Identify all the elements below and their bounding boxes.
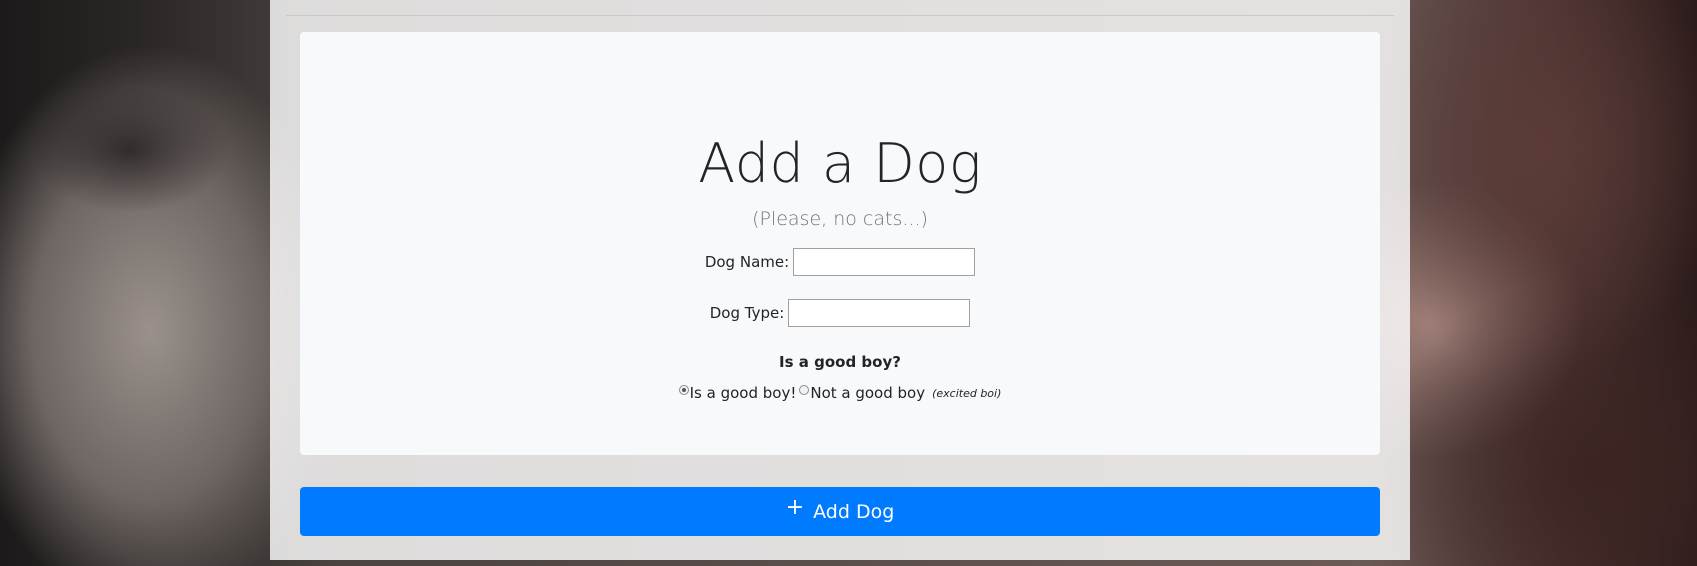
add-dog-button-label: Add Dog [813, 500, 895, 523]
plus-icon: + [785, 494, 805, 520]
not-good-boy-radio[interactable] [799, 385, 810, 395]
divider [286, 15, 1394, 16]
good-boy-question: Is a good boy? [779, 353, 901, 371]
good-boy-radio[interactable] [678, 385, 689, 395]
dog-name-input[interactable] [793, 248, 976, 276]
main-container: Add a Dog (Please, no cats...) Dog Name:… [270, 0, 1410, 560]
good-boy-radio-label[interactable]: Is a good boy! [690, 384, 797, 402]
page-title: Add a Dog [698, 132, 982, 195]
not-good-boy-radio-label[interactable]: Not a good boy [810, 384, 925, 402]
dog-type-input[interactable] [788, 299, 971, 327]
dog-name-label: Dog Name: [704, 253, 790, 271]
add-dog-button[interactable]: + Add Dog [300, 487, 1380, 536]
excited-boi-note: (excited boi) [932, 386, 1002, 400]
dog-name-row: Dog Name: [300, 248, 1380, 276]
dog-type-label: Dog Type: [709, 304, 785, 322]
good-boy-radio-group: Is a good boy! Not a good boy (excited b… [300, 384, 1380, 402]
dog-type-row: Dog Type: [300, 299, 1380, 327]
add-dog-card: Add a Dog (Please, no cats...) Dog Name:… [300, 32, 1380, 455]
page-subtitle: (Please, no cats...) [752, 208, 928, 230]
